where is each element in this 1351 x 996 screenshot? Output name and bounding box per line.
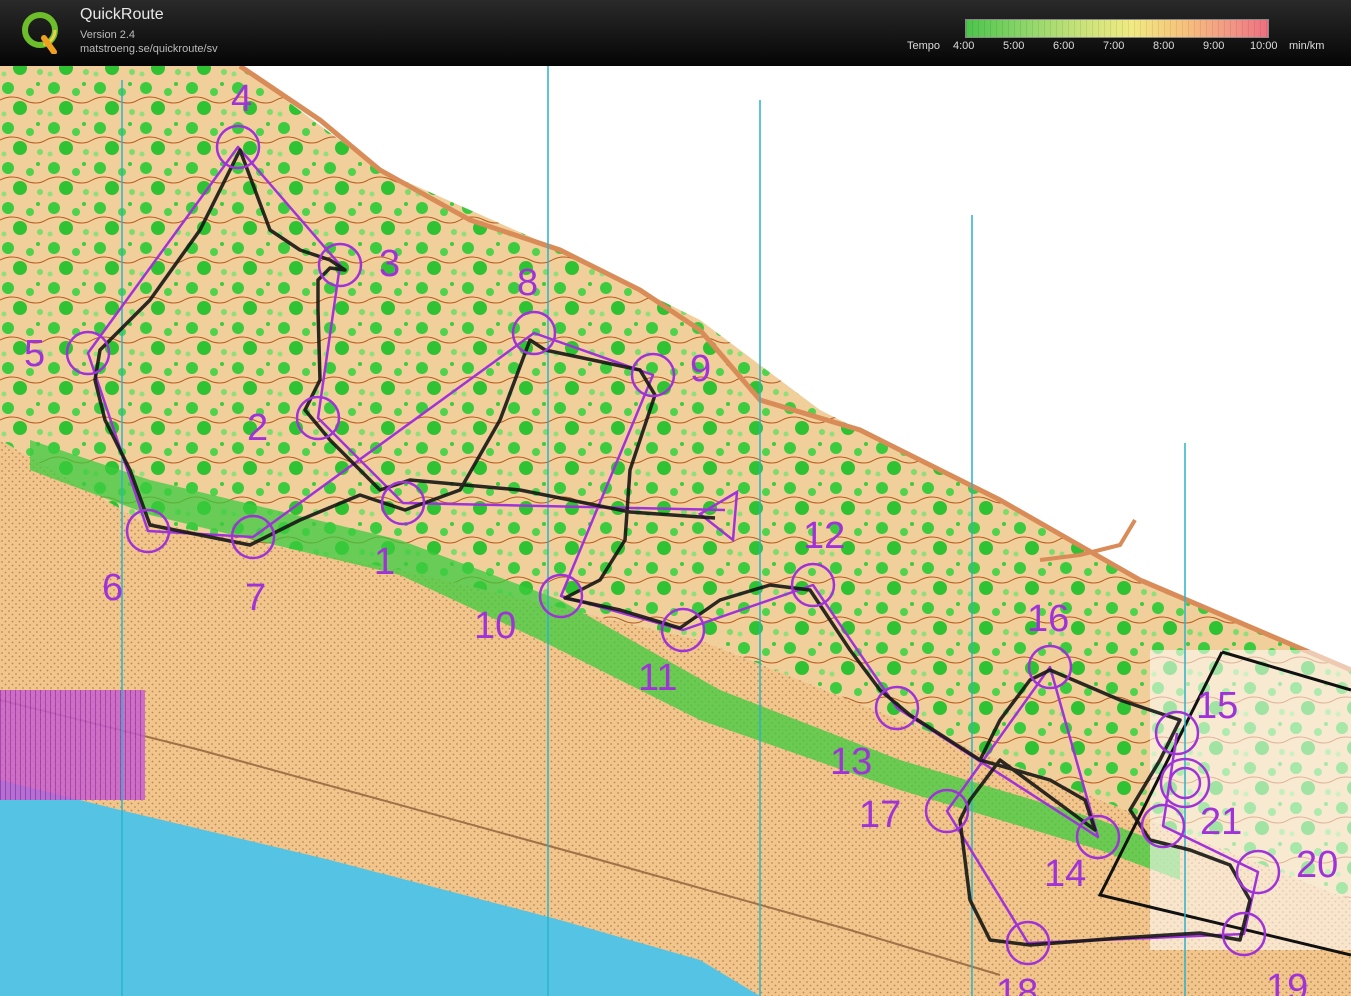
control-number-11: 11 xyxy=(638,657,677,699)
tempo-tick: 9:00 xyxy=(1203,40,1225,52)
tempo-tick: 5:00 xyxy=(1003,40,1025,52)
control-number-19: 19 xyxy=(1266,967,1308,996)
control-number-7: 7 xyxy=(245,577,266,619)
tempo-unit: min/km xyxy=(1289,40,1325,52)
orienteering-map[interactable]: 1 2 3 4 5 6 7 8 9 10 11 12 13 14 15 16 1… xyxy=(0,66,1351,996)
tempo-tick: 10:00 xyxy=(1250,40,1278,52)
control-number-3: 3 xyxy=(379,243,400,285)
app-url: matstroeng.se/quickroute/sv xyxy=(80,43,218,55)
control-number-4: 4 xyxy=(231,78,252,120)
tempo-label: Tempo xyxy=(907,40,941,52)
tempo-tick: 6:00 xyxy=(1053,40,1075,52)
control-number-21: 21 xyxy=(1200,801,1242,843)
control-number-9: 9 xyxy=(690,348,711,390)
control-number-5: 5 xyxy=(24,333,45,375)
control-number-1: 1 xyxy=(374,541,395,583)
control-number-18: 18 xyxy=(996,972,1038,996)
tempo-tick: 4:00 xyxy=(953,40,975,52)
control-number-13: 13 xyxy=(830,741,872,783)
control-number-10: 10 xyxy=(474,605,516,647)
control-number-2: 2 xyxy=(247,407,268,449)
tempo-tick: 7:00 xyxy=(1103,40,1125,52)
tempo-tick: 8:00 xyxy=(1153,40,1175,52)
restricted-area xyxy=(0,690,145,800)
app-title: QuickRoute xyxy=(80,6,164,23)
control-number-20: 20 xyxy=(1296,844,1338,886)
control-number-17: 17 xyxy=(859,794,901,836)
control-number-12: 12 xyxy=(803,515,845,557)
control-number-16: 16 xyxy=(1027,598,1069,640)
quickroute-logo-icon xyxy=(22,12,58,54)
app-version: Version 2.4 xyxy=(80,29,136,41)
tempo-color-scale xyxy=(965,19,1269,38)
control-number-8: 8 xyxy=(517,262,538,304)
control-number-15: 15 xyxy=(1196,685,1238,727)
control-number-6: 6 xyxy=(102,567,123,609)
title-bar: QuickRoute Version 2.4 matstroeng.se/qui… xyxy=(0,0,1351,66)
control-number-14: 14 xyxy=(1044,853,1086,895)
